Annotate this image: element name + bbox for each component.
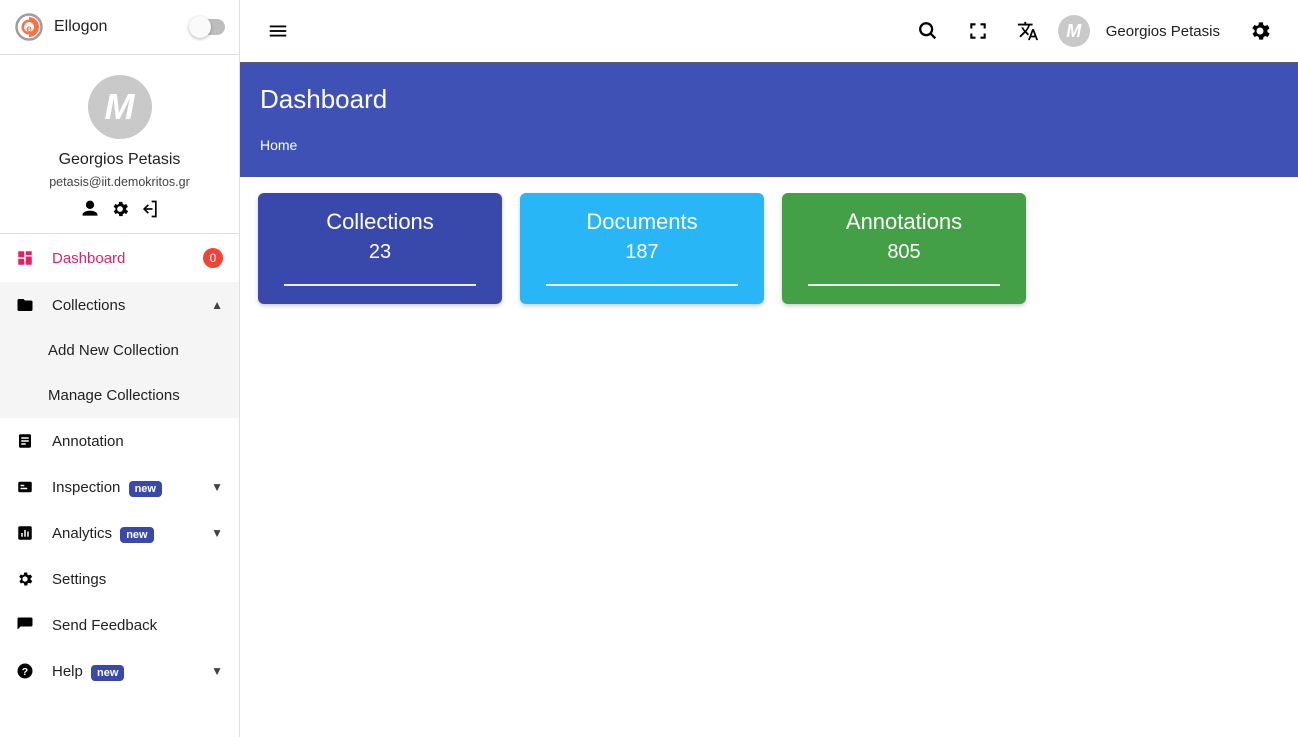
profile-panel: M Georgios Petasis petasis@iit.demokrito… [0, 55, 239, 234]
fullscreen-button[interactable] [958, 11, 998, 51]
settings-button[interactable] [1240, 11, 1280, 51]
sidebar-sub-collections: Add New Collection Manage Collections [0, 328, 239, 418]
inspection-label-text: Inspection [52, 479, 120, 496]
sidebar-item-analytics[interactable]: Analytics new ▼ [0, 510, 239, 556]
sidebar-item-label: Collections [52, 297, 195, 314]
annotation-icon [16, 432, 36, 450]
theme-toggle-knob [189, 16, 211, 38]
card-annotations[interactable]: Annotations 805 [782, 193, 1026, 304]
sidebar-item-dashboard[interactable]: Dashboard 0 [0, 234, 239, 282]
chevron-up-icon: ▲ [211, 298, 223, 312]
sidebar-item-add-collection[interactable]: Add New Collection [0, 328, 239, 373]
profile-email: petasis@iit.demokritos.gr [10, 175, 229, 189]
logout-icon[interactable] [140, 199, 160, 219]
gear-icon [16, 570, 36, 588]
topbar: M Georgios Petasis [240, 0, 1298, 64]
card-documents[interactable]: Documents 187 [520, 193, 764, 304]
profile-name: Georgios Petasis [10, 151, 229, 169]
menu-button[interactable] [258, 11, 298, 51]
analytics-label-text: Analytics [52, 525, 112, 542]
folder-icon [16, 296, 36, 314]
app-logo-icon: e [14, 12, 44, 42]
help-label-text: Help [52, 663, 83, 680]
card-title: Documents [536, 209, 748, 235]
page-title: Dashboard [260, 84, 1278, 115]
chevron-down-icon: ▼ [211, 480, 223, 494]
search-button[interactable] [908, 11, 948, 51]
svg-text:e: e [26, 24, 32, 35]
brand[interactable]: e Ellogon [14, 12, 107, 42]
translate-button[interactable] [1008, 11, 1048, 51]
chevron-down-icon: ▼ [211, 526, 223, 540]
sidebar-item-label: Help new [52, 663, 195, 680]
sidebar-item-label: Settings [52, 571, 223, 588]
main-area: M Georgios Petasis Dashboard Home Collec… [240, 0, 1298, 737]
topbar-username[interactable]: Georgios Petasis [1106, 23, 1220, 40]
feedback-icon [16, 616, 36, 634]
sidebar-item-annotation[interactable]: Annotation [0, 418, 239, 464]
new-badge: new [120, 527, 153, 543]
avatar-small[interactable]: M [1058, 15, 1090, 47]
sidebar-item-label: Annotation [52, 433, 223, 450]
svg-text:?: ? [22, 666, 28, 678]
page-header: Dashboard Home [240, 64, 1298, 177]
dashboard-icon [16, 249, 36, 267]
card-title: Annotations [798, 209, 1010, 235]
inspection-icon [16, 478, 36, 496]
account-icon[interactable] [80, 199, 100, 219]
new-badge: new [129, 481, 162, 497]
sidebar-item-inspection[interactable]: Inspection new ▼ [0, 464, 239, 510]
new-badge: new [91, 665, 124, 681]
sidebar-item-help[interactable]: ? Help new ▼ [0, 648, 239, 694]
sidebar-item-label: Analytics new [52, 525, 195, 542]
card-value: 187 [536, 241, 748, 264]
gear-icon[interactable] [110, 199, 130, 219]
help-icon: ? [16, 662, 36, 680]
sidebar-item-manage-collections[interactable]: Manage Collections [0, 373, 239, 418]
sidebar: e Ellogon M Georgios Petasis petasis@iit… [0, 0, 240, 737]
card-divider [546, 284, 738, 286]
card-value: 805 [798, 241, 1010, 264]
card-divider [808, 284, 1000, 286]
theme-toggle[interactable] [191, 19, 225, 35]
card-value: 23 [274, 241, 486, 264]
sidebar-item-feedback[interactable]: Send Feedback [0, 602, 239, 648]
card-divider [284, 284, 476, 286]
sidebar-item-label: Dashboard [52, 250, 187, 267]
sidebar-item-settings[interactable]: Settings [0, 556, 239, 602]
avatar: M [88, 75, 152, 139]
brand-row: e Ellogon [0, 0, 239, 55]
analytics-icon [16, 524, 36, 542]
brand-name: Ellogon [54, 18, 107, 36]
sidebar-item-collections[interactable]: Collections ▲ [0, 282, 239, 328]
sidebar-item-label: Send Feedback [52, 617, 223, 634]
card-collections[interactable]: Collections 23 [258, 193, 502, 304]
content: Collections 23 Documents 187 Annotations… [240, 177, 1298, 320]
sidebar-item-label: Inspection new [52, 479, 195, 496]
card-title: Collections [274, 209, 486, 235]
dashboard-count-badge: 0 [203, 248, 223, 268]
breadcrumb[interactable]: Home [260, 137, 1278, 153]
chevron-down-icon: ▼ [211, 664, 223, 678]
sidebar-nav: Dashboard 0 Collections ▲ Add New Collec… [0, 234, 239, 694]
